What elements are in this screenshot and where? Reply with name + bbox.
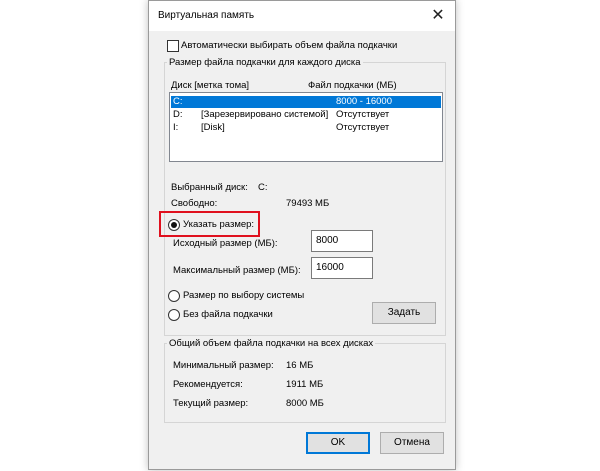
cancel-button[interactable]: Отмена — [380, 432, 444, 454]
recommended-label: Рекомендуется: — [173, 379, 243, 390]
drive-row[interactable]: I: [Disk] Отсутствует — [171, 122, 441, 134]
max-size-label: Максимальный размер (МБ): — [173, 265, 301, 276]
auto-manage-label[interactable]: Автоматически выбирать объем файла подка… — [181, 40, 397, 51]
min-size-label: Минимальный размер: — [173, 360, 274, 371]
min-size-value: 16 МБ — [286, 360, 314, 371]
drive-paging-size: Отсутствует — [336, 122, 390, 133]
no-paging-file-label[interactable]: Без файла подкачки — [183, 309, 273, 320]
max-size-input[interactable]: 16000 — [311, 257, 373, 279]
dialog-title: Виртуальная память — [158, 10, 255, 21]
close-icon[interactable]: ✕ — [427, 6, 449, 26]
column-header-drive[interactable]: Диск [метка тома] — [171, 80, 249, 91]
drive-paging-size: 8000 - 16000 — [336, 96, 392, 107]
initial-size-input[interactable]: 8000 — [311, 230, 373, 252]
system-managed-radio[interactable] — [168, 290, 180, 302]
title-bar[interactable]: Виртуальная память ✕ — [149, 1, 455, 31]
selected-drive-label: Выбранный диск: — [171, 182, 248, 193]
no-paging-file-radio[interactable] — [168, 309, 180, 321]
ok-button[interactable]: OK — [306, 432, 370, 454]
drive-letter: C: — [173, 96, 183, 107]
initial-size-label: Исходный размер (МБ): — [173, 238, 278, 249]
set-button[interactable]: Задать — [372, 302, 436, 324]
auto-manage-checkbox[interactable] — [167, 40, 179, 52]
drive-list[interactable]: C: 8000 - 16000 D: [Зарезервировано сист… — [169, 92, 443, 162]
free-space-value: 79493 МБ — [286, 198, 330, 209]
per-drive-group-title: Размер файла подкачки для каждого диска — [167, 57, 363, 68]
drive-row[interactable]: C: 8000 - 16000 — [171, 96, 441, 108]
current-size-label: Текущий размер: — [173, 398, 249, 409]
total-paging-group-title: Общий объем файла подкачки на всех диска… — [167, 338, 376, 349]
annotation-highlight-box — [159, 211, 260, 237]
drive-letter: I: — [173, 122, 179, 133]
drive-label: [Зарезервировано системой] — [201, 109, 329, 120]
free-space-label: Свободно: — [171, 198, 218, 209]
recommended-value: 1911 МБ — [286, 379, 324, 390]
drive-letter: D: — [173, 109, 183, 120]
selected-drive-value: C: — [258, 182, 268, 193]
current-size-value: 8000 МБ — [286, 398, 324, 409]
system-managed-label[interactable]: Размер по выбору системы — [183, 290, 304, 301]
drive-row[interactable]: D: [Зарезервировано системой] Отсутствуе… — [171, 109, 441, 121]
column-header-paging-file[interactable]: Файл подкачки (МБ) — [308, 80, 397, 91]
drive-paging-size: Отсутствует — [336, 109, 390, 120]
drive-label: [Disk] — [201, 122, 225, 133]
